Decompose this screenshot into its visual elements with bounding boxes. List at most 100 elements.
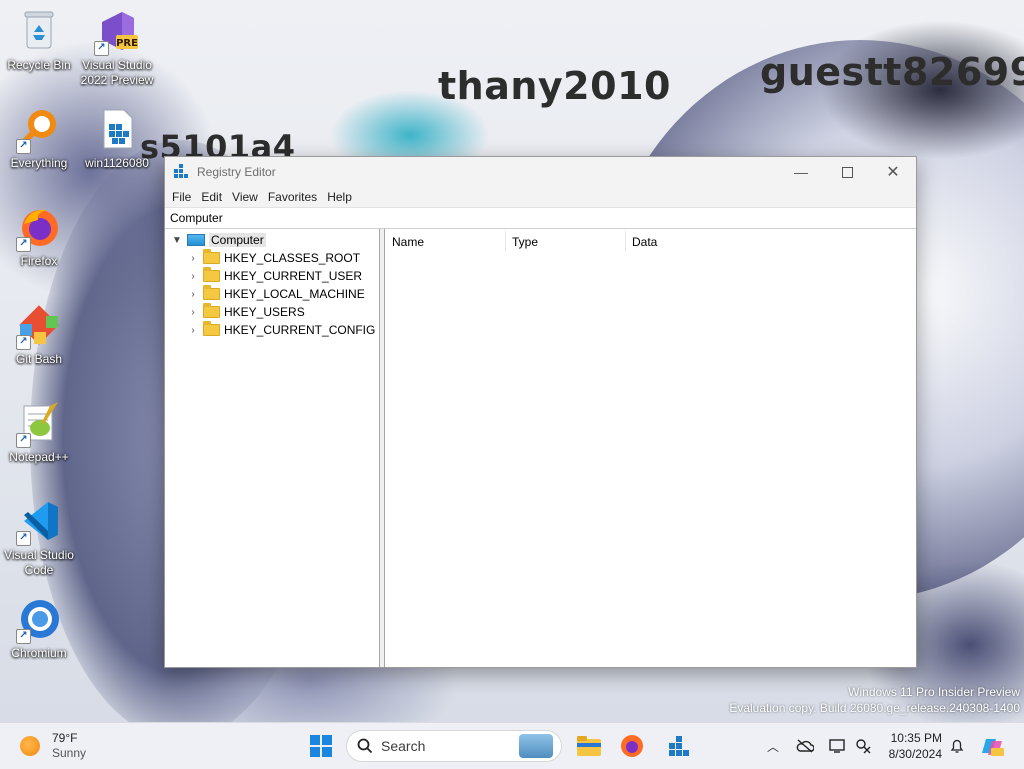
- menu-view[interactable]: View: [227, 190, 263, 204]
- tree-item-hkey-current-config[interactable]: › HKEY_CURRENT_CONFIG: [187, 321, 375, 339]
- close-button[interactable]: ✕: [870, 157, 916, 187]
- menu-help[interactable]: Help: [322, 190, 357, 204]
- close-icon: ✕: [886, 164, 900, 181]
- tree-item-label: HKEY_CLASSES_ROOT: [224, 251, 361, 265]
- folder-icon: [203, 303, 220, 318]
- desktop-icon-label: Recycle Bin: [7, 58, 71, 72]
- desktop-icon-label: Firefox: [20, 254, 58, 268]
- notification-bell-icon: [950, 739, 964, 753]
- desktop-icon-label: win1126080: [85, 156, 149, 170]
- maximize-button[interactable]: [824, 157, 870, 187]
- onedrive-offline-icon: [796, 739, 814, 753]
- column-divider[interactable]: [505, 231, 506, 251]
- desktop-icon-label: Everything: [10, 156, 68, 170]
- desktop-icon-label: Visual Studio 2022 Preview: [80, 58, 154, 87]
- editor-panes: ▼ Computer › HKEY_CLASSES_ROOT › HKEY_CU…: [165, 229, 916, 667]
- taskbar-file-explorer[interactable]: [574, 729, 604, 763]
- tree-item-hkey-classes-root[interactable]: › HKEY_CLASSES_ROOT: [187, 249, 360, 267]
- shortcut-arrow-icon: ↗: [94, 41, 109, 56]
- tray-overflow-button[interactable]: ︿: [764, 729, 782, 763]
- desktop-icon-firefox[interactable]: ↗ Firefox: [1, 204, 77, 269]
- wallpaper-text-1: thany2010: [438, 64, 671, 108]
- everything-search-icon: ↗: [16, 106, 62, 154]
- notification-button[interactable]: [946, 729, 968, 763]
- shortcut-arrow-icon: ↗: [16, 433, 31, 448]
- maximize-icon: [841, 166, 853, 178]
- desktop-icon-label: Visual Studio Code: [4, 548, 74, 577]
- registry-editor-icon: [173, 164, 189, 180]
- menu-bar: File Edit View Favorites Help: [165, 187, 916, 207]
- chevron-right-icon[interactable]: ›: [187, 271, 199, 282]
- desktop-icon-chromium[interactable]: ↗ Chromium: [1, 596, 77, 661]
- taskbar-search-box[interactable]: Search: [346, 730, 562, 762]
- folder-icon: [203, 249, 220, 264]
- shortcut-arrow-icon: ↗: [16, 629, 31, 644]
- search-placeholder: Search: [381, 738, 426, 754]
- key-tree-pane[interactable]: ▼ Computer › HKEY_CLASSES_ROOT › HKEY_CU…: [165, 229, 380, 667]
- weather-widget[interactable]: 79°F Sunny: [20, 729, 86, 763]
- desktop-icon-notepad-plus-plus[interactable]: ↗ Notepad++: [1, 400, 77, 465]
- tray-display[interactable]: [826, 729, 848, 763]
- menu-edit[interactable]: Edit: [196, 190, 227, 204]
- start-icon: [310, 735, 332, 757]
- tree-item-label: Computer: [209, 233, 266, 247]
- tree-item-label: HKEY_CURRENT_CONFIG: [224, 323, 376, 337]
- desktop-icon-recycle-bin[interactable]: Recycle Bin: [1, 8, 77, 73]
- column-header-name[interactable]: Name: [392, 235, 424, 249]
- tray-onedrive[interactable]: [794, 729, 816, 763]
- desktop-icon-visual-studio-preview[interactable]: PRE ↗ Visual Studio 2022 Preview: [79, 8, 155, 88]
- tree-item-hkey-users[interactable]: › HKEY_USERS: [187, 303, 305, 321]
- copilot-button[interactable]: [980, 729, 1006, 763]
- window-title: Registry Editor: [197, 165, 276, 179]
- folder-icon: [203, 267, 220, 282]
- chevron-right-icon[interactable]: ›: [187, 325, 199, 336]
- sun-icon: [20, 736, 40, 756]
- address-bar[interactable]: Computer: [165, 207, 916, 229]
- display-icon: [829, 739, 845, 753]
- search-icon: [357, 738, 373, 754]
- shortcut-arrow-icon: ↗: [16, 335, 31, 350]
- taskbar-registry-editor[interactable]: [664, 729, 694, 763]
- taskbar-firefox[interactable]: [616, 729, 648, 763]
- desktop-icon-git-bash[interactable]: ↗ Git Bash: [1, 302, 77, 367]
- evaluation-watermark-line2: Evaluation copy. Build 26080.ge_release.…: [729, 701, 1020, 715]
- copilot-icon: [982, 739, 1004, 756]
- tree-item-hkey-current-user[interactable]: › HKEY_CURRENT_USER: [187, 267, 362, 285]
- chevron-down-icon[interactable]: ▼: [171, 235, 183, 246]
- column-header-type[interactable]: Type: [512, 235, 538, 249]
- desktop-icon-win1126080[interactable]: win1126080: [79, 106, 155, 171]
- menu-favorites[interactable]: Favorites: [263, 190, 322, 204]
- tray-network[interactable]: [852, 729, 874, 763]
- tree-item-computer[interactable]: ▼ Computer: [171, 231, 266, 249]
- column-header-data[interactable]: Data: [632, 235, 657, 249]
- tree-item-hkey-local-machine[interactable]: › HKEY_LOCAL_MACHINE: [187, 285, 365, 303]
- chevron-right-icon[interactable]: ›: [187, 253, 199, 264]
- clock[interactable]: 10:35 PM 8/30/2024: [889, 730, 942, 762]
- chevron-right-icon[interactable]: ›: [187, 289, 199, 300]
- menu-file[interactable]: File: [167, 190, 196, 204]
- desktop-icon-everything[interactable]: ↗ Everything: [1, 106, 77, 171]
- clock-date: 8/30/2024: [888, 747, 942, 761]
- shortcut-arrow-icon: ↗: [16, 531, 31, 546]
- registry-editor-window: Registry Editor — ✕ File Edit View Favor…: [164, 156, 917, 668]
- chromium-icon: ↗: [16, 596, 62, 644]
- tree-item-label: HKEY_CURRENT_USER: [224, 269, 363, 283]
- shortcut-arrow-icon: ↗: [16, 237, 31, 252]
- vscode-icon: ↗: [16, 498, 62, 546]
- chevron-right-icon[interactable]: ›: [187, 307, 199, 318]
- recycle-bin-icon: [16, 8, 62, 54]
- values-list-pane[interactable]: Name Type Data: [385, 229, 916, 667]
- column-divider[interactable]: [625, 231, 626, 251]
- tree-item-label: HKEY_LOCAL_MACHINE: [224, 287, 365, 301]
- folder-icon: [203, 321, 220, 336]
- minimize-button[interactable]: —: [778, 157, 824, 187]
- evaluation-watermark-line1: Windows 11 Pro Insider Preview: [848, 685, 1020, 699]
- start-button[interactable]: [306, 729, 336, 763]
- taskbar: 79°F Sunny Search ︿ 10:35 PM 8/30/2024: [0, 722, 1024, 769]
- desktop-icon-vscode[interactable]: ↗ Visual Studio Code: [1, 498, 77, 578]
- search-highlight-icon: [519, 734, 553, 758]
- title-bar[interactable]: Registry Editor — ✕: [165, 157, 916, 187]
- notepad-plus-plus-icon: ↗: [16, 400, 62, 448]
- pre-badge: PRE: [116, 38, 138, 49]
- registry-editor-icon: [669, 736, 689, 756]
